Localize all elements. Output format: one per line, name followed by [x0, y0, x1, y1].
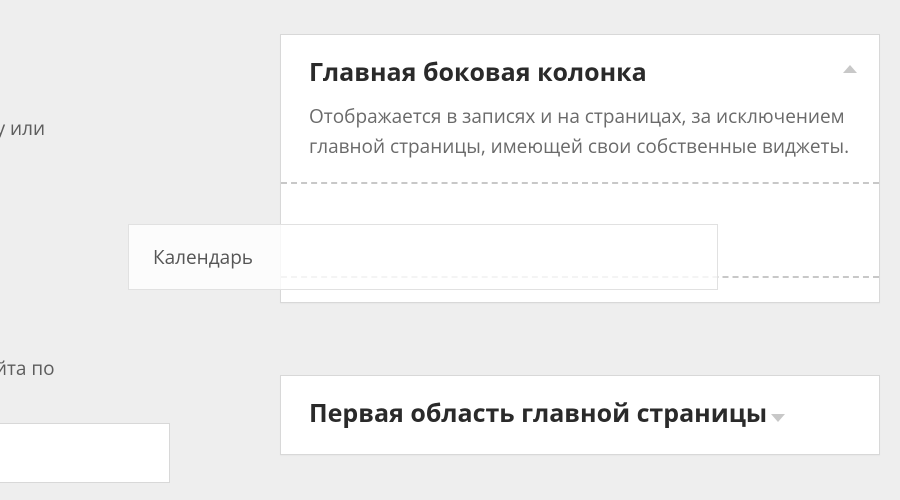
- panel-title: Первая область главной страницы: [309, 396, 767, 430]
- help-text-fragment-2: его сайта по: [0, 353, 180, 383]
- panel-header[interactable]: Главная боковая колонка: [281, 35, 879, 101]
- help-text-fragment-1: олонку или ь его: [0, 113, 180, 174]
- sidebar-area-front-first[interactable]: Первая область главной страницы: [280, 375, 880, 455]
- panel-title: Главная боковая колонка: [309, 55, 647, 89]
- panel-header[interactable]: Первая область главной страницы: [281, 376, 879, 454]
- widget-label: Календарь: [153, 244, 253, 270]
- chevron-up-icon[interactable]: [843, 65, 857, 73]
- help-text-line: олонку или: [0, 115, 45, 141]
- dragging-widget-ghost[interactable]: Календарь: [128, 224, 718, 290]
- panel-description: Отображается в записях и на страницах, з…: [281, 101, 879, 172]
- help-text-line: его сайта по: [0, 355, 55, 381]
- chevron-down-icon[interactable]: [771, 414, 785, 422]
- widget-source-box[interactable]: [0, 423, 170, 483]
